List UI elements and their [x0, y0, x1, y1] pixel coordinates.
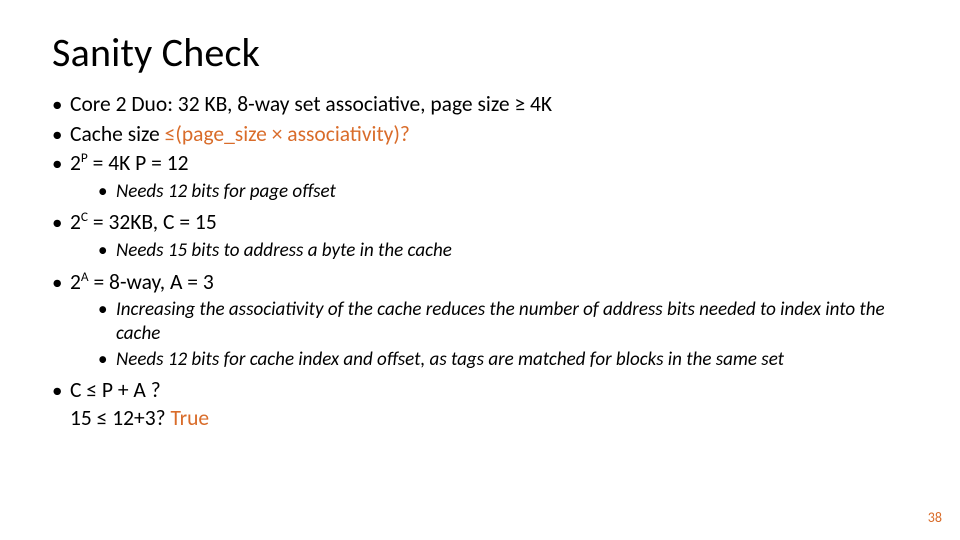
bullet-core2duo: Core 2 Duo: 32 KB, 8-way set associative…	[52, 91, 908, 119]
formula-exponent: C	[81, 208, 88, 225]
bullet-cache-size-constraint: Cache size ≤(page_size × associativity)?	[52, 121, 908, 149]
page-number: 38	[928, 509, 942, 526]
sub-list: Needs 12 bits for page offset	[98, 180, 908, 204]
inequality-line2-pre: 15 ≤ 12+3?	[70, 405, 170, 431]
formula-base: 2	[70, 150, 81, 176]
formula-rest: = 4K P = 12	[88, 150, 189, 176]
inequality-line1: C ≤ P + A ?	[70, 377, 161, 403]
bullet-text: Core 2 Duo: 32 KB, 8-way set associative…	[70, 91, 552, 117]
sub-list: Needs 15 bits to address a byte in the c…	[98, 239, 908, 263]
sub-bullet-page-offset: Needs 12 bits for page offset	[98, 180, 908, 204]
sub-bullet-text: Needs 12 bits for cache index and offset…	[116, 348, 784, 371]
sub-bullet-text: Increasing the associativity of the cach…	[116, 298, 885, 345]
bullet-text-accent: ≤(page_size × associativity)?	[165, 121, 410, 147]
formula-base: 2	[70, 269, 81, 295]
slide: Sanity Check Core 2 Duo: 32 KB, 8-way se…	[0, 0, 960, 540]
bullet-inequality-check: C ≤ P + A ? 15 ≤ 12+3? True	[52, 377, 908, 432]
sub-list: Increasing the associativity of the cach…	[98, 298, 908, 371]
formula-exponent: A	[81, 267, 89, 284]
sub-bullet-associativity: Increasing the associativity of the cach…	[98, 298, 908, 346]
formula-rest: = 32KB, C = 15	[88, 209, 217, 235]
bullet-2p: 2P = 4K P = 12 Needs 12 bits for page of…	[52, 150, 908, 203]
inequality-result: True	[170, 405, 209, 431]
sub-bullet-index-offset: Needs 12 bits for cache index and offset…	[98, 348, 908, 372]
bullet-2c: 2C = 32KB, C = 15 Needs 15 bits to addre…	[52, 209, 908, 262]
formula-rest: = 8-way, A = 3	[89, 269, 214, 295]
bullet-2a: 2A = 8-way, A = 3 Increasing the associa…	[52, 269, 908, 372]
slide-title: Sanity Check	[52, 28, 908, 77]
bullet-text-pre: Cache size	[70, 121, 165, 147]
bullet-list: Core 2 Duo: 32 KB, 8-way set associative…	[52, 91, 908, 432]
sub-bullet-text: Needs 12 bits for page offset	[116, 180, 336, 203]
sub-bullet-cache-bytes: Needs 15 bits to address a byte in the c…	[98, 239, 908, 263]
formula-exponent: P	[81, 149, 88, 166]
formula-base: 2	[70, 209, 81, 235]
sub-bullet-text: Needs 15 bits to address a byte in the c…	[116, 239, 452, 262]
